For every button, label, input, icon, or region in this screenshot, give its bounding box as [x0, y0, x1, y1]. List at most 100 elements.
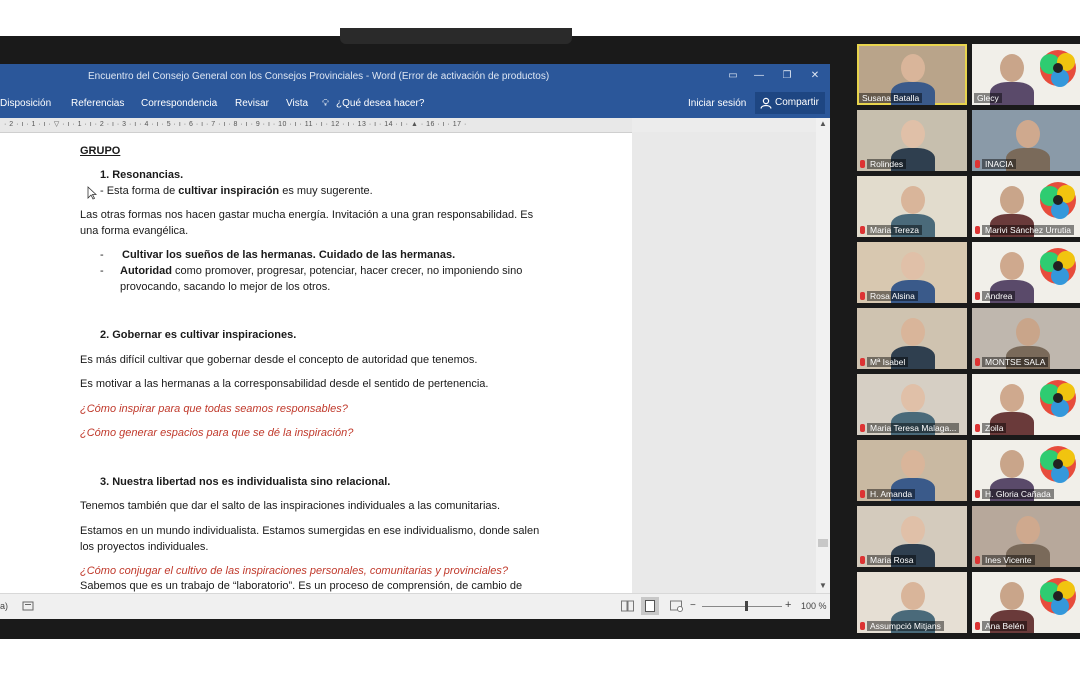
participant-face — [1000, 450, 1024, 478]
participant-tile[interactable]: H. Gloria Cañada — [972, 440, 1080, 501]
section-2-title: 2. Gobernar es cultivar inspiraciones. — [100, 329, 297, 341]
document-page[interactable]: GRUPO 1. Resonancias. - Esta forma de cu… — [0, 133, 632, 593]
section-3-title: 3. Nuestra libertad nos es individualist… — [100, 476, 391, 488]
tab-disposicion[interactable]: Disposición — [0, 98, 51, 109]
tab-referencias[interactable]: Referencias — [71, 98, 124, 109]
web-layout-icon[interactable] — [670, 600, 683, 612]
participant-face — [1000, 582, 1024, 610]
participant-name: MONTSE SALA — [982, 357, 1049, 367]
ribbon-display-icon[interactable]: ▭ — [726, 69, 740, 83]
zoom-in-icon[interactable]: + — [785, 599, 791, 611]
paragraph-1-line1: Las otras formas nos hacen gastar mucha … — [80, 209, 534, 221]
question-1: ¿Cómo inspirar para que todas seamos res… — [80, 403, 348, 415]
scroll-down-icon[interactable]: ▼ — [819, 581, 827, 590]
restore-icon[interactable]: ❐ — [780, 69, 794, 83]
muted-mic-icon — [860, 424, 865, 432]
muted-mic-icon — [975, 358, 980, 366]
participant-tile[interactable]: Zoila — [972, 374, 1080, 435]
muted-mic-icon — [975, 226, 980, 234]
read-mode-icon[interactable] — [621, 600, 634, 612]
participant-face — [901, 186, 925, 214]
participant-tile[interactable]: Maria Rosa — [857, 506, 967, 567]
lightbulb-icon: 💡︎ — [322, 98, 329, 109]
participant-name: Mª Isabel — [867, 357, 909, 367]
bullet-dash: - — [100, 249, 104, 261]
muted-mic-icon — [975, 556, 980, 564]
participant-face — [1000, 252, 1024, 280]
status-fragment: a) — [0, 601, 9, 611]
tab-revisar[interactable]: Revisar — [235, 98, 269, 109]
participant-tile[interactable]: Ines Vicente — [972, 506, 1080, 567]
print-layout-button[interactable] — [641, 597, 659, 615]
participant-tile[interactable]: H. Amanda — [857, 440, 967, 501]
tell-me-search[interactable]: ¿Qué desea hacer? — [336, 98, 424, 109]
zoom-slider-thumb[interactable] — [745, 601, 748, 611]
horizontal-ruler[interactable]: · 2 · ı · 1 · ı · ▽ · ı · 1 · ı · 2 · ı … — [0, 118, 632, 133]
meeting-top-bar-handle[interactable] — [340, 28, 572, 44]
status-bar: a) − + 100 % — [0, 593, 830, 619]
zoom-out-icon[interactable]: − — [690, 600, 696, 611]
vertical-scrollbar[interactable]: ▲ ▼ — [816, 118, 830, 593]
participant-name: Maria Teresa Malaga... — [867, 423, 960, 433]
participant-tile[interactable]: Susana Batalla — [857, 44, 967, 105]
share-button[interactable]: Compartir — [755, 92, 825, 114]
participant-face — [901, 450, 925, 478]
participant-face — [1000, 186, 1024, 214]
section-1-bullet: - Esta forma de cultivar inspiración es … — [100, 185, 373, 197]
participant-tile[interactable]: Andrea — [972, 242, 1080, 303]
bottom-margin — [0, 639, 1080, 675]
participant-tile[interactable]: MONTSE SALA — [972, 308, 1080, 369]
participant-face — [1016, 516, 1040, 544]
participant-tile[interactable]: Marivi Sánchez Urrutia — [972, 176, 1080, 237]
question-3: ¿Cómo conjugar el cultivo de las inspira… — [80, 565, 508, 577]
tab-correspondencia[interactable]: Correspondencia — [141, 98, 217, 109]
participant-name: Zoila — [982, 423, 1007, 433]
bullet-dash: - — [100, 265, 104, 277]
participant-tile[interactable]: Ana Belén — [972, 572, 1080, 633]
muted-mic-icon — [975, 622, 980, 630]
participant-face — [901, 582, 925, 610]
participant-name: Susana Batalla — [859, 93, 923, 103]
participant-name: Andrea — [982, 291, 1016, 301]
muted-mic-icon — [975, 490, 980, 498]
participant-tile[interactable]: Rolindes — [857, 110, 967, 171]
scrollbar-thumb[interactable] — [818, 539, 828, 547]
bullet-3: Autoridad como promover, progresar, pote… — [120, 265, 523, 277]
participant-tile[interactable]: Maria Tereza — [857, 176, 967, 237]
muted-mic-icon — [860, 622, 865, 630]
participant-name: Ines Vicente — [982, 555, 1035, 565]
doc-heading: GRUPO — [80, 145, 121, 157]
macro-record-icon[interactable] — [22, 600, 34, 612]
mouse-pointer-icon — [87, 186, 97, 200]
paragraph-6-partial: Sabemos que es un trabajo de “laboratori… — [80, 580, 523, 592]
tab-vista[interactable]: Vista — [286, 98, 308, 109]
participant-tile[interactable]: Maria Teresa Malaga... — [857, 374, 967, 435]
sign-in-link[interactable]: Iniciar sesión — [688, 98, 746, 109]
close-icon[interactable]: ✕ — [808, 69, 822, 83]
zoom-slider[interactable] — [702, 606, 782, 607]
participant-face — [1016, 318, 1040, 346]
participant-face — [1000, 54, 1024, 82]
participant-tile[interactable]: Assumpció Mitjans — [857, 572, 967, 633]
bullet-3-line2: provocando, sacando lo mejor de los otro… — [120, 281, 331, 293]
participant-tile[interactable]: Glecy — [972, 44, 1080, 105]
participant-name: Rolindes — [867, 159, 907, 169]
paragraph-5-line1: Estamos en un mundo individualista. Esta… — [80, 525, 540, 537]
muted-mic-icon — [860, 226, 865, 234]
scroll-up-icon[interactable]: ▲ — [819, 119, 827, 128]
word-title-bar: Encuentro del Consejo General con los Co… — [0, 64, 830, 90]
participant-name: H. Amanda — [867, 489, 916, 499]
participant-face — [901, 252, 925, 280]
print-layout-icon — [645, 600, 655, 612]
participant-tile[interactable]: Mª Isabel — [857, 308, 967, 369]
share-label: Compartir — [775, 97, 819, 108]
section-1-title: 1. Resonancias. — [100, 169, 184, 181]
participant-face — [901, 318, 925, 346]
participant-tile[interactable]: Rosa Alsina — [857, 242, 967, 303]
participant-tile[interactable]: INACIA — [972, 110, 1080, 171]
participant-face — [901, 120, 925, 148]
participant-name: Rosa Alsina — [867, 291, 918, 301]
zoom-level[interactable]: 100 % — [801, 601, 827, 611]
minimize-icon[interactable]: — — [752, 69, 766, 83]
shared-word-window: Encuentro del Consejo General con los Co… — [0, 64, 830, 619]
